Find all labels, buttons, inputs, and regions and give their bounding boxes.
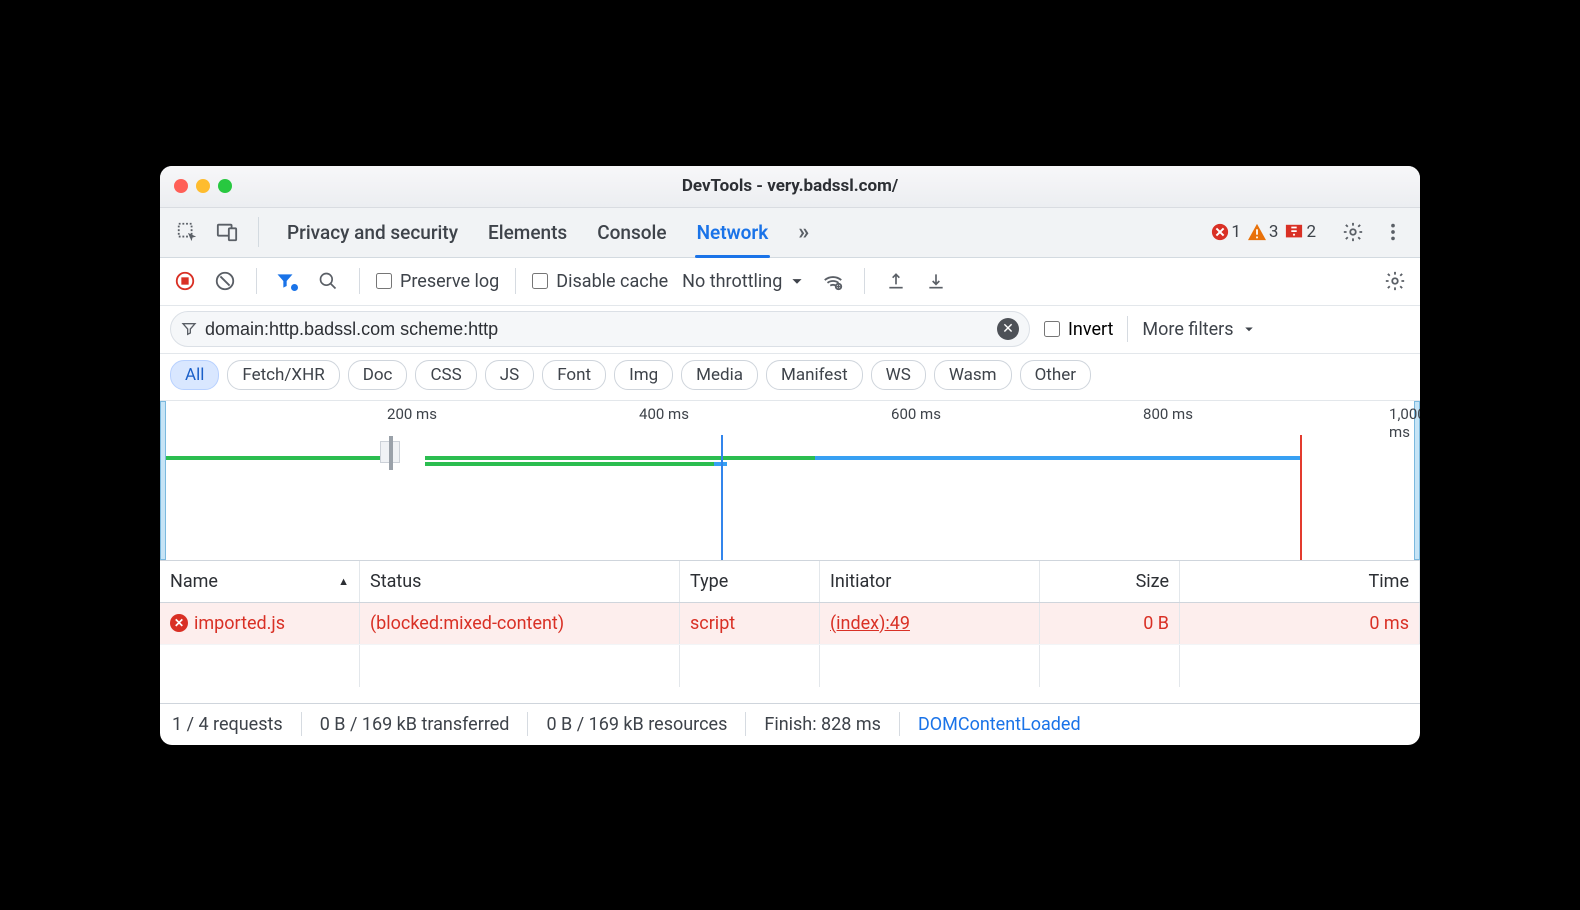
chevron-down-icon (1240, 320, 1258, 338)
issues-indicator[interactable]: 2 (1284, 222, 1316, 242)
divider (527, 712, 528, 736)
divider (258, 217, 259, 247)
divider (301, 712, 302, 736)
overview-bars-2 (160, 461, 1420, 467)
issue-indicators: 1 3 2 (1211, 222, 1316, 242)
throttling-select[interactable]: No throttling (682, 270, 808, 292)
network-conditions-icon[interactable] (818, 266, 848, 296)
devtools-window: DevTools - very.badssl.com/ Privacy and … (160, 166, 1420, 745)
import-har-icon[interactable] (921, 266, 951, 296)
type-filter-js[interactable]: JS (485, 360, 534, 390)
chevron-down-icon (786, 270, 808, 292)
tab-privacy-and-security[interactable]: Privacy and security (287, 221, 458, 244)
type-filter-img[interactable]: Img (614, 360, 673, 390)
filter-icon (181, 321, 197, 337)
filter-bar: ✕ Invert More filters (160, 306, 1420, 354)
divider (359, 268, 360, 294)
tab-elements[interactable]: Elements (488, 221, 567, 244)
more-menu-icon[interactable] (1376, 215, 1410, 249)
type-filter-fetch-xhr[interactable]: Fetch/XHR (227, 360, 339, 390)
column-header-size[interactable]: Size (1040, 561, 1180, 602)
type-filter-css[interactable]: CSS (415, 360, 476, 390)
status-bar: 1 / 4 requests 0 B / 169 kB transferred … (160, 703, 1420, 745)
device-toolbar-icon[interactable] (210, 215, 244, 249)
clear-button[interactable] (210, 266, 240, 296)
type-filter-ws[interactable]: WS (871, 360, 926, 390)
main-tabstrip: Privacy and security Elements Console Ne… (160, 208, 1420, 258)
column-header-time[interactable]: Time (1180, 561, 1420, 602)
column-header-status[interactable]: Status (360, 561, 680, 602)
column-header-initiator[interactable]: Initiator (820, 561, 1040, 602)
divider (864, 268, 865, 294)
table-row-empty (160, 645, 1420, 687)
divider (1127, 316, 1128, 342)
network-toolbar: Preserve log Disable cache No throttling (160, 258, 1420, 306)
maximize-button[interactable] (218, 179, 232, 193)
inspect-element-icon[interactable] (170, 215, 204, 249)
issue-flag-icon (1284, 223, 1304, 241)
overview-ticks: 200 ms 400 ms 600 ms 800 ms 1,000 ms (160, 405, 1420, 425)
status-domcontentloaded: DOMContentLoaded (918, 714, 1081, 735)
panel-tabs: Privacy and security Elements Console Ne… (287, 220, 809, 245)
initiator-link[interactable]: (index):49 (830, 613, 910, 634)
warnings-indicator[interactable]: 3 (1247, 222, 1279, 242)
status-transferred: 0 B / 169 kB transferred (320, 714, 510, 735)
table-row[interactable]: ✕ imported.js (blocked:mixed-content) sc… (160, 603, 1420, 645)
type-filter-font[interactable]: Font (542, 360, 606, 390)
settings-gear-icon[interactable] (1336, 215, 1370, 249)
overview-load-line (1300, 435, 1302, 560)
close-button[interactable] (174, 179, 188, 193)
filter-input[interactable] (205, 319, 989, 340)
requests-table-header: Name ▲ Status Type Initiator Size Time (160, 561, 1420, 603)
divider (515, 268, 516, 294)
requests-table-body: ✕ imported.js (blocked:mixed-content) sc… (160, 603, 1420, 703)
export-har-icon[interactable] (881, 266, 911, 296)
invert-checkbox[interactable]: Invert (1044, 319, 1113, 340)
status-finish: Finish: 828 ms (764, 714, 881, 735)
tab-network[interactable]: Network (697, 221, 769, 244)
status-resources: 0 B / 169 kB resources (546, 714, 727, 735)
divider (256, 268, 257, 294)
more-filters-button[interactable]: More filters (1142, 319, 1257, 340)
type-filter-other[interactable]: Other (1020, 360, 1091, 390)
type-filter-doc[interactable]: Doc (348, 360, 408, 390)
type-filter-manifest[interactable]: Manifest (766, 360, 863, 390)
errors-indicator[interactable]: 1 (1211, 222, 1241, 242)
tab-console[interactable]: Console (597, 221, 666, 244)
filter-toggle-icon[interactable] (273, 266, 303, 296)
overview-domcontentloaded-line (721, 435, 723, 560)
resource-type-filters: All Fetch/XHR Doc CSS JS Font Img Media … (160, 354, 1420, 401)
window-title: DevTools - very.badssl.com/ (160, 176, 1420, 196)
network-settings-gear-icon[interactable] (1380, 266, 1410, 296)
divider (745, 712, 746, 736)
type-filter-all[interactable]: All (170, 360, 219, 390)
clear-filter-icon[interactable]: ✕ (997, 318, 1019, 340)
window-titlebar: DevTools - very.badssl.com/ (160, 166, 1420, 208)
search-icon[interactable] (313, 266, 343, 296)
column-header-name[interactable]: Name ▲ (160, 561, 360, 602)
sort-ascending-icon: ▲ (338, 575, 349, 588)
type-filter-wasm[interactable]: Wasm (934, 360, 1012, 390)
preserve-log-checkbox[interactable]: Preserve log (376, 271, 499, 292)
status-requests: 1 / 4 requests (172, 714, 283, 735)
divider (899, 712, 900, 736)
error-circle-icon: ✕ (170, 614, 188, 632)
column-header-type[interactable]: Type (680, 561, 820, 602)
record-button[interactable] (170, 266, 200, 296)
warning-triangle-icon (1247, 223, 1267, 241)
traffic-lights (174, 179, 232, 193)
type-filter-media[interactable]: Media (681, 360, 758, 390)
minimize-button[interactable] (196, 179, 210, 193)
tabs-overflow-icon[interactable]: » (798, 220, 809, 245)
disable-cache-checkbox[interactable]: Disable cache (532, 271, 668, 292)
filter-input-container: ✕ (170, 311, 1030, 347)
timeline-overview[interactable]: 200 ms 400 ms 600 ms 800 ms 1,000 ms (160, 401, 1420, 561)
error-circle-icon (1211, 223, 1229, 241)
